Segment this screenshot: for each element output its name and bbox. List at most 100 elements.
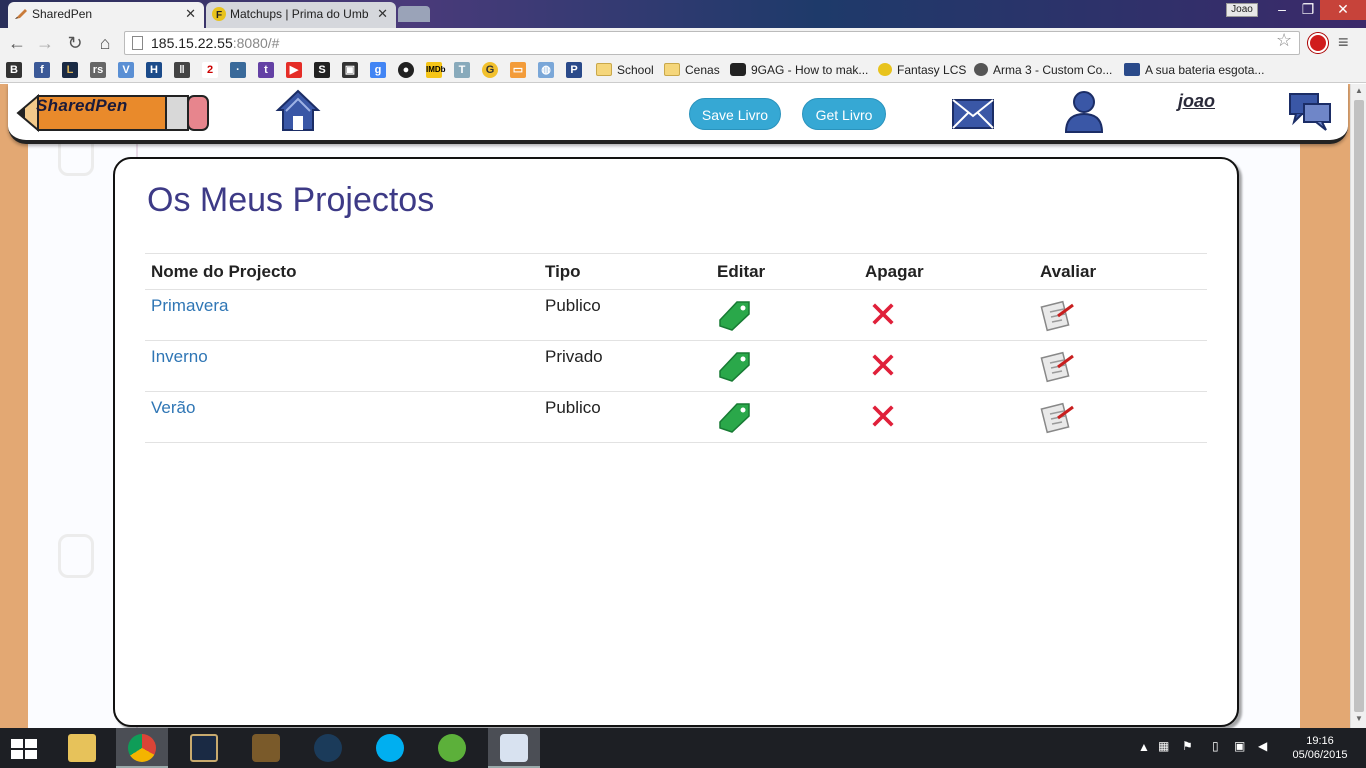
page-title: Os Meus Projectos [147, 181, 435, 219]
evaluate-checklist-icon[interactable] [1040, 398, 1076, 434]
chat-bubbles-icon[interactable] [1286, 88, 1334, 134]
binder-ring-icon [58, 534, 94, 578]
tray-windows-icon[interactable]: ▦ [1158, 739, 1169, 753]
evaluate-checklist-icon[interactable] [1040, 347, 1076, 383]
bookmark-g-icon[interactable]: G [482, 62, 498, 78]
scroll-down-icon[interactable]: ▼ [1354, 714, 1364, 723]
username-link[interactable]: joao [1178, 91, 1215, 112]
paint-taskbar-icon[interactable] [488, 728, 540, 768]
delete-x-icon[interactable] [865, 347, 901, 383]
file-explorer-icon[interactable] [56, 728, 108, 768]
table-row: Verão Publico [145, 391, 1207, 443]
taskbar-clock[interactable]: 19:16 05/06/2015 [1280, 734, 1360, 762]
page-viewport: SharedPen Save Livro Get Livro joao Os M… [0, 84, 1350, 728]
tab-matchups[interactable]: F Matchups | Prima do Umb ✕ [206, 2, 396, 28]
windows-taskbar: ▲ ▦ ⚑ ▯ ▣ ◀ 19:16 05/06/2015 [0, 728, 1366, 768]
back-arrow-icon[interactable]: ← [6, 32, 28, 54]
reload-icon[interactable]: ↻ [64, 32, 86, 54]
chrome-menu-icon[interactable]: ≡ [1338, 32, 1349, 53]
bookmark-fantasy-lcs[interactable]: Fantasy LCS [878, 58, 966, 83]
bookmark-star-icon[interactable]: ☆ [1276, 30, 1292, 51]
tab-sharedpen[interactable]: SharedPen ✕ [8, 2, 204, 28]
maximize-icon[interactable]: ❐ [1294, 0, 1322, 20]
bookmark-h-icon[interactable]: H [146, 62, 162, 78]
bookmark-eye-icon[interactable]: ● [398, 62, 414, 78]
bookmark-blue-icon[interactable]: · [230, 62, 246, 78]
user-profile-icon[interactable] [1060, 88, 1108, 134]
bookmark-folder-cenas[interactable]: Cenas [664, 58, 720, 83]
fantasy-icon [878, 63, 892, 76]
system-tray: ▲ ▦ ⚑ ▯ ▣ ◀ [1136, 728, 1286, 768]
table-header-row: Nome do Projecto Tipo Editar Apagar Aval… [145, 253, 1207, 290]
bookmark-bars-icon[interactable]: ‖ [174, 62, 190, 78]
new-tab-button[interactable] [398, 6, 430, 22]
project-link[interactable]: Inverno [151, 347, 208, 366]
league-icon[interactable]: L [62, 62, 78, 78]
notebook-right-border [1300, 84, 1350, 728]
bookmark-label: Arma 3 - Custom Co... [993, 63, 1113, 77]
battery-icon[interactable]: ▯ [1212, 739, 1219, 753]
bookmark-tz-icon[interactable]: T [454, 62, 470, 78]
steam-taskbar-icon[interactable] [302, 728, 354, 768]
imdb-icon[interactable]: IMDb [426, 62, 446, 78]
edit-tag-icon[interactable] [717, 398, 753, 434]
bookmark-rs-icon[interactable]: rs [90, 62, 106, 78]
edit-tag-icon[interactable] [717, 347, 753, 383]
column-header-name: Nome do Projecto [145, 253, 539, 290]
save-livro-button[interactable]: Save Livro [689, 98, 781, 130]
bookmark-car-icon[interactable]: ▣ [342, 62, 358, 78]
volume-icon[interactable]: ◀ [1258, 739, 1267, 753]
address-bar[interactable]: 185.15.22.55:8080/# [124, 31, 1300, 55]
home-icon[interactable] [274, 88, 322, 134]
bookmark-b-icon[interactable]: B [6, 62, 22, 78]
extension-icon[interactable] [1308, 33, 1328, 53]
delete-x-icon[interactable] [865, 296, 901, 332]
close-window-icon[interactable]: ✕ [1320, 0, 1366, 20]
youtube-icon[interactable]: ▶ [286, 62, 302, 78]
league-taskbar-icon[interactable] [178, 728, 230, 768]
delete-x-icon[interactable] [865, 398, 901, 434]
bookmark-arma3[interactable]: Arma 3 - Custom Co... [974, 58, 1112, 83]
hearthstone-taskbar-icon[interactable] [240, 728, 292, 768]
tray-up-arrow-icon[interactable]: ▲ [1138, 740, 1150, 754]
network-icon[interactable]: ▣ [1234, 739, 1245, 753]
bookmark-s-icon[interactable]: S [314, 62, 330, 78]
facebook-icon[interactable]: f [34, 62, 50, 78]
scrollbar-thumb[interactable] [1354, 100, 1364, 712]
utorrent-taskbar-icon[interactable] [426, 728, 478, 768]
bookmark-p-icon [1124, 63, 1140, 76]
profile-chip[interactable]: Joao [1226, 3, 1258, 17]
column-header-avaliar: Avaliar [1034, 253, 1207, 290]
edit-tag-icon[interactable] [717, 296, 753, 332]
project-tipo: Privado [539, 340, 711, 392]
bookmark-2-icon[interactable]: 2 [202, 62, 218, 78]
twitch-icon[interactable]: t [258, 62, 274, 78]
tab-close-icon[interactable]: ✕ [377, 2, 388, 26]
notebook-left-border [0, 84, 28, 728]
chrome-taskbar-icon[interactable] [116, 728, 168, 768]
tray-flag-icon[interactable]: ⚑ [1182, 739, 1193, 753]
project-link[interactable]: Primavera [151, 296, 228, 315]
home-nav-icon[interactable]: ⌂ [94, 32, 116, 54]
minimize-icon[interactable]: – [1268, 0, 1296, 20]
bookmark-chat-icon[interactable]: ▭ [510, 62, 526, 78]
google-icon[interactable]: g [370, 62, 386, 78]
tab-title: Matchups | Prima do Umb [230, 7, 369, 21]
scroll-up-icon[interactable]: ▲ [1354, 86, 1364, 95]
forward-arrow-icon[interactable]: → [34, 32, 56, 54]
evaluate-checklist-icon[interactable] [1040, 296, 1076, 332]
9gag-icon [730, 63, 746, 76]
bookmark-globe-icon[interactable]: ◍ [538, 62, 554, 78]
bookmark-9gag[interactable]: 9GAG - How to mak... [730, 58, 868, 83]
mail-icon[interactable] [950, 96, 996, 132]
bookmark-bateria[interactable]: A sua bateria esgota... [1124, 58, 1264, 83]
get-livro-button[interactable]: Get Livro [802, 98, 886, 130]
page-scrollbar[interactable]: ▲ ▼ [1350, 84, 1366, 728]
tab-close-icon[interactable]: ✕ [185, 2, 196, 26]
bookmark-v-icon[interactable]: V [118, 62, 134, 78]
project-link[interactable]: Verão [151, 398, 195, 417]
bookmark-folder-school[interactable]: School [596, 58, 654, 83]
bookmark-p-icon[interactable]: P [566, 62, 582, 78]
skype-taskbar-icon[interactable] [364, 728, 416, 768]
windows-start-icon[interactable] [10, 738, 38, 760]
